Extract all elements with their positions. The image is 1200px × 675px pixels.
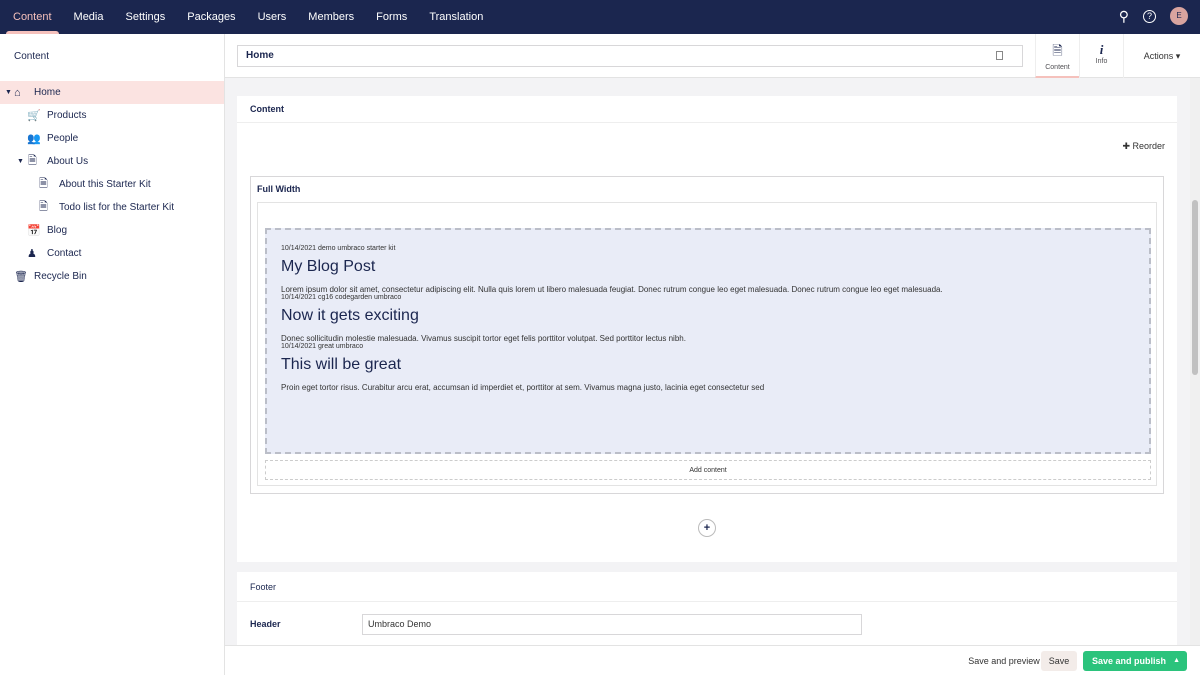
post-2: 10/14/2021 cg16 codegarden umbraco Now i… [281,294,686,343]
tree-item-products[interactable]: 🛒 Products [0,104,224,127]
blog-posts-block[interactable]: 10/14/2021 demo umbraco starter kit My B… [265,228,1151,454]
nav-packages[interactable]: Packages [178,0,244,34]
nav-forms[interactable]: Forms [367,0,416,34]
help-icon[interactable]: ? [1143,9,1156,23]
reorder-button[interactable]: ✚ Reorder [1122,141,1165,152]
tree-item-home[interactable]: ▼ ⌂ Home [0,81,224,104]
footer-group-title: Footer [237,572,1177,602]
scrollbar[interactable] [1190,78,1200,645]
document-icon: 🗎 [39,201,48,213]
save-and-publish-button[interactable]: Save and publish ▲ [1083,651,1187,671]
avatar[interactable]: E [1170,7,1188,25]
save-button[interactable]: Save [1041,651,1077,671]
sidebar-title: Content [14,51,50,62]
tree-item-blog[interactable]: 📅 Blog [0,219,224,242]
header-label: Header [250,619,281,629]
nav-members[interactable]: Members [299,0,363,34]
caret-down-icon[interactable]: ▼ [5,89,12,96]
row-title: Full Width [257,184,301,194]
document-icon: 🗎 [39,178,48,190]
sidebar: Content ▼ ⌂ Home 🛒 Products 👥 People ▼ 🗎 About… [0,34,225,675]
grid-row: Full Width 10/14/2021 demo umbraco start… [250,176,1164,494]
tree-item-about-starter-kit[interactable]: 🗎 About this Starter Kit [0,173,224,196]
nav-translation[interactable]: Translation [420,0,492,34]
actions-button[interactable]: Actions ▾ [1123,34,1200,78]
info-icon: i [1099,42,1104,57]
nav-media[interactable]: Media [65,0,113,34]
content-group-title: Content [237,96,1177,123]
cart-icon: 🛒 [27,110,41,122]
add-row-button[interactable]: + [698,519,716,537]
tree-item-recycle-bin[interactable]: 🗑 Recycle Bin [0,265,224,288]
app-info[interactable]: i Info [1079,34,1123,78]
content-panel: Content ✚ Reorder Full Width 10/14/2021 … [237,96,1177,562]
editor-header: Home 🗎 Content i Info Actions ▾ [225,34,1200,78]
scrollbar-thumb[interactable] [1192,200,1198,375]
add-content-button[interactable]: Add content [265,460,1151,480]
nav-users[interactable]: Users [249,0,296,34]
caret-up-icon[interactable]: ▲ [1173,651,1180,671]
tree-item-contact[interactable]: ♟ Contact [0,242,224,265]
app-content[interactable]: 🗎 Content [1035,34,1079,78]
post-1: 10/14/2021 demo umbraco starter kit My B… [281,245,943,294]
top-nav: Content Media Settings Packages Users Me… [0,0,1200,34]
footer-panel: Footer Header Umbraco Demo [237,572,1177,645]
post-3: 10/14/2021 great umbraco This will be gr… [281,343,765,392]
node-name-input[interactable]: Home [237,45,1023,67]
users-icon: 👥 [27,133,41,145]
tree-item-todo-list[interactable]: 🗎 Todo list for the Starter Kit [0,196,224,219]
home-icon: ⌂ [14,86,21,99]
nav-settings[interactable]: Settings [117,0,175,34]
bottom-bar: Save and preview Save Save and publish ▲ [225,645,1200,675]
document-icon: 🗎 [1052,43,1063,58]
tree-item-people[interactable]: 👥 People [0,127,224,150]
search-icon[interactable]: ⚲ [1119,8,1129,25]
tree-item-about-us[interactable]: ▼ 🗎 About Us [0,150,224,173]
caret-down-icon[interactable]: ▼ [17,158,24,165]
nav-content[interactable]: Content [4,0,61,34]
calendar-icon: 📅 [27,225,41,237]
lock-icon[interactable] [996,51,1003,60]
header-input[interactable]: Umbraco Demo [362,614,862,635]
trash-icon: 🗑 [14,271,28,283]
contact-icon: ♟ [27,248,37,260]
document-icon: 🗎 [28,155,37,167]
